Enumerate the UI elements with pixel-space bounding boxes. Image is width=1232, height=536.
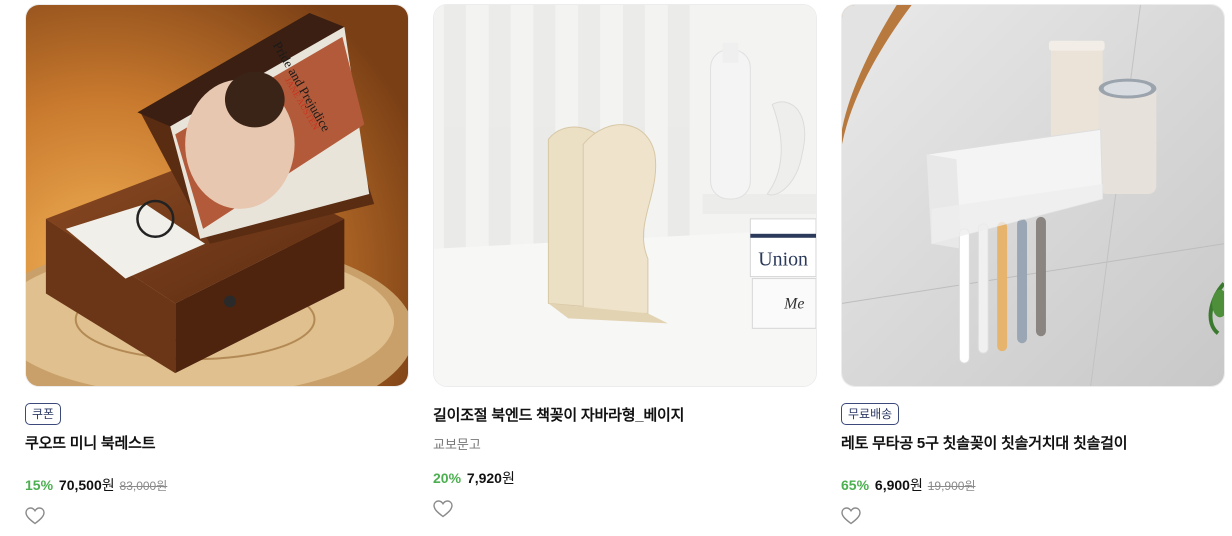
sale-price: 70,500	[58, 477, 102, 493]
discount-rate: 20%	[433, 470, 462, 486]
original-price: 83,000원	[119, 479, 168, 493]
price-row: 20% 7,920원	[433, 468, 817, 488]
product-grid: Pride and Prejudice JANE AUSTEN 쿠폰 쿠오뜨 미…	[25, 4, 1232, 536]
price-row: 65% 6,900원 19,900원	[841, 475, 1225, 495]
heart-outline-icon	[841, 507, 861, 525]
currency-unit: 원	[501, 470, 515, 486]
coupon-badge: 쿠폰	[25, 403, 62, 425]
currency-unit: 원	[909, 477, 923, 493]
sale-price: 7,920	[466, 470, 502, 486]
bookend-photo: Union Me	[434, 5, 816, 386]
wishlist-button[interactable]	[25, 507, 45, 525]
product-title[interactable]: 길이조절 북엔드 책꽂이 자바라형_베이지	[433, 404, 817, 425]
discount-rate: 15%	[25, 477, 54, 493]
product-title[interactable]: 레토 무타공 5구 칫솔꽂이 칫솔거치대 칫솔걸이	[841, 432, 1225, 453]
book-spine-text: Union	[758, 249, 808, 271]
wishlist-button[interactable]	[841, 507, 861, 525]
brand-name[interactable]: 교보문고	[433, 434, 817, 453]
product-image[interactable]: Union Me	[433, 4, 817, 387]
product-card[interactable]: Union Me 길이조절 북엔드 책꽂이 자바라형_베이지 교보문고 20% …	[433, 4, 817, 518]
sale-price: 6,900	[874, 477, 910, 493]
currency-unit: 원	[101, 477, 115, 493]
product-image[interactable]	[841, 4, 1225, 387]
book-spine-text: Me	[783, 295, 804, 312]
heart-outline-icon	[433, 500, 453, 518]
product-card[interactable]: 무료배송 레토 무타공 5구 칫솔꽂이 칫솔거치대 칫솔걸이 65% 6,900…	[841, 4, 1225, 525]
toothbrush-holder-photo	[842, 5, 1224, 386]
wishlist-button[interactable]	[433, 500, 453, 518]
free-shipping-badge: 무료배송	[841, 403, 900, 425]
price-row: 15% 70,500원 83,000원	[25, 475, 409, 495]
heart-outline-icon	[25, 507, 45, 525]
original-price: 19,900원	[927, 479, 976, 493]
product-image[interactable]: Pride and Prejudice JANE AUSTEN	[25, 4, 409, 387]
product-title[interactable]: 쿠오뜨 미니 북레스트	[25, 432, 409, 453]
bookrest-photo: Pride and Prejudice JANE AUSTEN	[26, 5, 408, 386]
discount-rate: 65%	[841, 477, 870, 493]
product-card[interactable]: Pride and Prejudice JANE AUSTEN 쿠폰 쿠오뜨 미…	[25, 4, 409, 525]
